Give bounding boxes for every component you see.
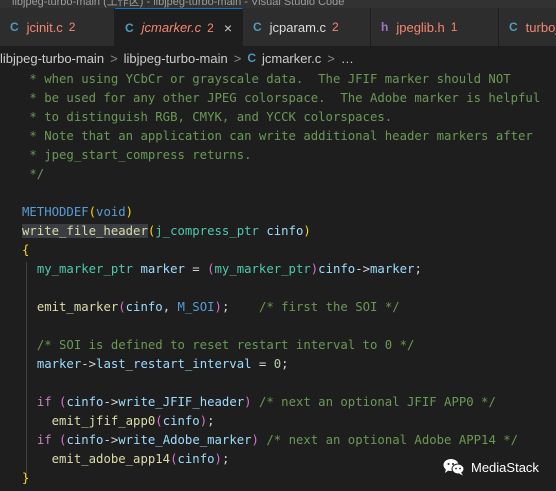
editor-tab-bar: C jcinit.c 2 C jcmarker.c 2 × C jcparam.…	[0, 8, 556, 46]
problem-count: 2	[68, 20, 76, 34]
code-line: * Note that an application can write add…	[22, 129, 533, 143]
chevron-right-icon: >	[233, 50, 242, 66]
code-line: emit_adobe_app14(cinfo);	[51, 452, 230, 466]
title-bar: libjpeg-turbo-main (工作区) - libjpeg-turbo…	[0, 0, 556, 8]
c-file-icon: C	[509, 20, 518, 34]
watermark-text: MediaStack	[471, 459, 539, 475]
wechat-icon	[443, 459, 465, 476]
code-line: emit_jfif_app0(cinfo);	[51, 414, 215, 428]
tab-label: turboj	[525, 19, 556, 35]
code-line: emit_marker(cinfo, M_SOI); /* first the …	[36, 300, 400, 314]
code-line: {	[22, 243, 30, 257]
code-editor[interactable]: * when using YCbCr or grayscale data. Th…	[0, 70, 556, 491]
tab-label: jpeglib.h	[396, 19, 445, 35]
function-name[interactable]: write_file_header	[22, 224, 148, 238]
code-line: write_file_header(j_compress_ptr cinfo)	[22, 224, 311, 238]
code-line: my_marker_ptr marker = (my_marker_ptr)ci…	[36, 262, 422, 276]
problem-count: 2	[207, 20, 214, 35]
tab-label: jcmarker.c	[141, 20, 202, 35]
chevron-right-icon: >	[110, 50, 118, 66]
code-line: if (cinfo->write_JFIF_header) /* next an…	[36, 395, 496, 409]
code-line: /* SOI is defined to reset restart inter…	[36, 338, 415, 352]
tab-jcinit[interactable]: C jcinit.c 2	[0, 8, 115, 46]
code-line: * jpeg_start_compress returns.	[22, 148, 252, 162]
tab-jcmarker[interactable]: C jcmarker.c 2 ×	[115, 8, 243, 46]
c-file-icon: C	[253, 20, 262, 34]
code-line: * when using YCbCr or grayscale data. Th…	[22, 72, 511, 86]
problem-count: 1	[450, 20, 458, 34]
breadcrumb-folder[interactable]: libjpeg-turbo-main	[124, 51, 228, 66]
c-file-icon: C	[125, 20, 134, 35]
tab-label: jcinit.c	[26, 19, 63, 35]
window-title: libjpeg-turbo-main (工作区) - libjpeg-turbo…	[12, 0, 345, 8]
breadcrumb: libjpeg-turbo-main > libjpeg-turbo-main …	[0, 46, 556, 70]
code-line: if (cinfo->write_Adobe_marker) /* next a…	[36, 433, 519, 447]
code-line: marker->last_restart_interval = 0;	[36, 357, 289, 371]
chevron-right-icon: >	[327, 50, 335, 66]
c-file-icon: C	[10, 20, 19, 34]
code-line: */	[22, 167, 45, 181]
tab-jcparam[interactable]: C jcparam.c 2	[243, 8, 371, 46]
tab-jpeglib[interactable]: h jpeglib.h 1	[371, 8, 499, 46]
problem-count: 2	[332, 20, 339, 34]
code-line: * be used for any other JPEG colorspace.…	[22, 91, 541, 105]
code-line: METHODDEF(void)	[22, 205, 134, 219]
breadcrumb-folder[interactable]: libjpeg-turbo-main	[0, 51, 104, 66]
code-line: * to distinguish RGB, CMYK, and YCCK col…	[22, 110, 393, 124]
watermark: MediaStack	[443, 456, 539, 478]
code-line: }	[22, 471, 30, 485]
breadcrumb-symbol[interactable]: …	[341, 51, 354, 66]
close-icon[interactable]: ×	[224, 20, 232, 36]
breadcrumb-file[interactable]: jcmarker.c	[262, 51, 321, 66]
tab-turbojpeg[interactable]: C turboj	[499, 8, 556, 46]
h-file-icon: h	[381, 20, 389, 34]
c-file-icon: C	[247, 51, 256, 65]
tab-label: jcparam.c	[269, 19, 327, 35]
